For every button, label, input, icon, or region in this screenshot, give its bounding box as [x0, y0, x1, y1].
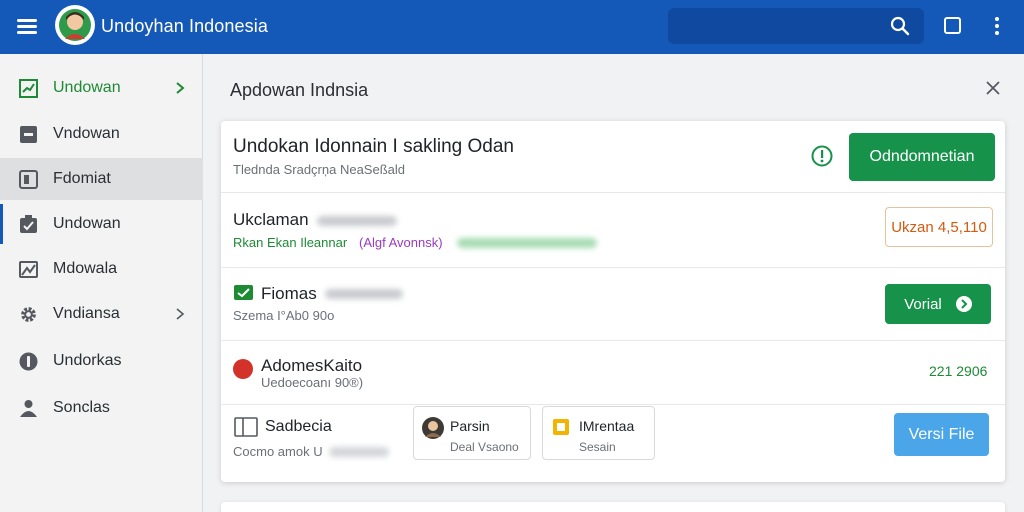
card-title: Undokan Idonnain I sakling Odan [233, 136, 514, 157]
sidebar-item-undowan-2[interactable]: Undowan [0, 203, 203, 245]
person-icon [20, 399, 37, 417]
price-badge: Ukzan 4,5,110 [885, 207, 993, 247]
menu-icon[interactable] [14, 15, 40, 37]
sidebar-item-label: Fdomiat [53, 170, 111, 187]
refresh-icon[interactable] [811, 145, 833, 167]
image-icon [19, 260, 38, 278]
detail-card: Undokan Idonnain I sakling Odan Tlednda … [221, 121, 1005, 482]
more-options-icon[interactable] [994, 16, 1000, 36]
divider [221, 267, 1005, 268]
primary-action-button[interactable]: Odndomnetian [849, 133, 995, 181]
chevron-right-icon [176, 82, 185, 94]
card-subtitle: Tlednda Sradçrņa NeaSeßald [233, 162, 405, 177]
app-bar: Undoyhan Indonesia [0, 0, 1024, 54]
vorial-button[interactable]: Vorial [885, 284, 991, 324]
redacted-text [325, 289, 403, 299]
divider [221, 192, 1005, 193]
arrow-right-icon [955, 296, 972, 312]
sidebar-item-label: Mdowala [53, 260, 118, 277]
sidebar-item-undorkas[interactable]: Undorkas [0, 340, 203, 382]
sidebar-item-mdowala[interactable]: Mdowala [0, 248, 203, 290]
divider [221, 404, 1005, 405]
avatar [422, 417, 444, 439]
row-title: AdomesKaito [261, 356, 363, 375]
card-subtitle: Deal Vsaono [450, 440, 519, 454]
sidebar-item-label: Vndowan [53, 125, 120, 142]
row-subtitle-green: Rkan Ekan Ileannar [233, 235, 348, 250]
sidebar-item-label: Undowan [53, 79, 121, 96]
button-label: Vorial [904, 295, 942, 313]
row-subtitle: Szema I°Ab0 90o [233, 308, 335, 323]
sidebar-item-sonclas[interactable]: Sonclas [0, 387, 203, 429]
sidebar-item-label: Sonclas [53, 399, 110, 416]
row-title: Sadbecia [265, 418, 332, 435]
profile-card[interactable]: Parsin Deal Vsaono [413, 406, 531, 460]
sidebar-item-label: Undorkas [53, 352, 122, 369]
sidebar-item-label: Vndiansa [53, 305, 120, 322]
info-icon [19, 352, 38, 370]
sidebar-item-vndiansa[interactable]: Vndiansa [0, 293, 203, 335]
chart-icon [19, 78, 38, 98]
redacted-text [457, 238, 597, 248]
version-file-button[interactable]: Versi File [894, 413, 989, 456]
sidebar-item-vndowan[interactable]: Vndowan [0, 113, 203, 155]
search-input[interactable] [668, 8, 924, 44]
divider [221, 340, 1005, 341]
row-subtitle-purple: (Algf Avonnsk) [359, 235, 443, 250]
document-icon [19, 169, 38, 189]
redacted-text [317, 216, 397, 226]
card-title: Parsin [450, 418, 490, 434]
row-subtitle: Uedoecoanı 90®) [261, 375, 364, 390]
sidebar-item-label: Undowan [53, 215, 121, 232]
row-subtitle: Cocmo amok U [233, 444, 323, 459]
gear-icon [21, 306, 36, 322]
checkbox-icon[interactable] [234, 285, 253, 300]
document-icon [234, 417, 258, 437]
file-card[interactable]: IMrentaa Sesain [542, 406, 655, 460]
app-logo [55, 5, 95, 45]
window-icon[interactable] [944, 17, 961, 34]
secondary-card [221, 502, 1005, 512]
close-icon[interactable] [985, 80, 1001, 96]
page-title: Apdowan Indnsia [230, 80, 369, 100]
row-value: 221 2906 [929, 363, 988, 379]
card-subtitle: Sesain [579, 440, 616, 454]
card-title: IMrentaa [579, 418, 635, 434]
app-title: Undoyhan Indonesia [101, 16, 268, 36]
sidebar-item-fdomiat[interactable]: Fdomiat [0, 158, 203, 200]
chevron-right-icon [176, 308, 185, 320]
row-title: Ukclaman [233, 210, 309, 229]
inbox-icon [20, 125, 37, 143]
sidebar-item-undowan[interactable]: Undowan [0, 67, 203, 109]
sidebar: Undowan Vndowan Fdomiat Undowan Mdowala [0, 54, 203, 512]
status-dot-icon [233, 359, 253, 379]
search-icon[interactable] [890, 16, 910, 36]
clipboard-icon [20, 214, 37, 233]
row-title: Fiomas [261, 284, 317, 303]
redacted-text [329, 447, 389, 457]
folder-icon [553, 419, 569, 435]
